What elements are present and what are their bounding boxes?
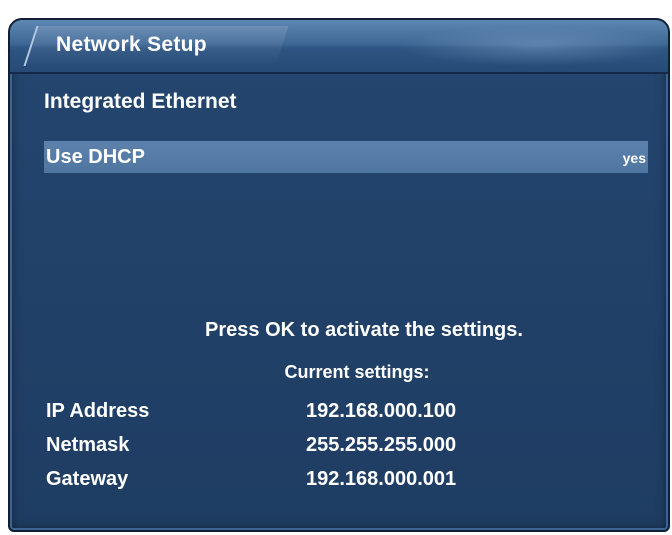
setting-name: Gateway <box>46 468 129 490</box>
setting-value: 255.255.255.000 <box>306 434 457 456</box>
option-label: Use DHCP <box>46 146 145 168</box>
setting-row-netmask: Netmask 255.255.255.000 <box>46 434 646 468</box>
window-title: Network Setup <box>56 33 207 56</box>
setting-name: IP Address <box>46 400 150 422</box>
option-use-dhcp[interactable]: Use DHCP yes <box>44 141 648 173</box>
current-settings-title: Current settings: <box>284 362 430 382</box>
setting-value: 192.168.000.001 <box>306 468 457 490</box>
setting-name: Netmask <box>46 434 130 456</box>
section-title: Integrated Ethernet <box>44 90 237 113</box>
title-bar: Network Setup <box>10 20 668 74</box>
setting-row-ip-address: IP Address 192.168.000.100 <box>46 400 646 434</box>
option-value: yes <box>622 150 646 166</box>
setting-value: 192.168.000.100 <box>306 400 457 422</box>
screen: Network Setup Integrated Ethernet Use DH… <box>0 0 672 535</box>
setting-row-gateway: Gateway 192.168.000.001 <box>46 468 646 502</box>
hint-text: Press OK to activate the settings. <box>205 319 523 341</box>
current-settings-list: IP Address 192.168.000.100 Netmask 255.2… <box>46 400 646 502</box>
network-setup-window: Network Setup Integrated Ethernet Use DH… <box>8 18 670 532</box>
